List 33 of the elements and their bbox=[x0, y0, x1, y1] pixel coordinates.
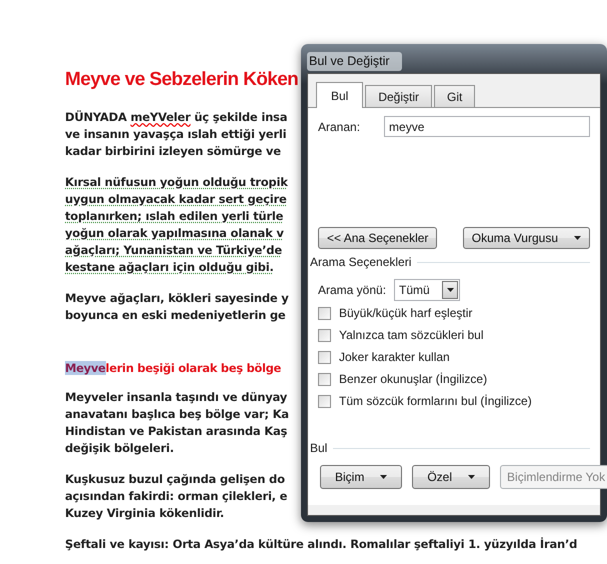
option-label: Büyük/küçük harf eşleştir bbox=[339, 305, 472, 322]
checkbox[interactable] bbox=[318, 372, 331, 386]
format-button[interactable]: Özel bbox=[412, 465, 490, 489]
group-title: Arama Seçenekleri bbox=[310, 254, 412, 271]
format-button[interactable]: Biçim bbox=[320, 465, 402, 489]
find-field[interactable]: meyve bbox=[384, 116, 590, 137]
checkbox[interactable] bbox=[318, 394, 331, 408]
document-heading: Meyve ve Sebzelerin Köken bbox=[65, 68, 298, 92]
checkbox[interactable] bbox=[318, 328, 331, 342]
document-paragraph: Kırsal nüfusun yoğun olduğu tropik uygun olmayacak kadar sert geçire toplanırken; ıslah edilen yerli türle yoğun olarak yapılmasına olanak v ağaçları; Yunanistan ve Türkiye’de kestane ağaçları için olduğu gibi. bbox=[65, 174, 288, 276]
direction-label: Arama yönü: bbox=[318, 282, 386, 299]
document-paragraph: Meyveler insanla taşındı ve dünyay anavatanı başlıca beş bölge var; Ka Hindistan ve Pakistan arasında Kaş değişik bölgeleri. bbox=[65, 388, 289, 457]
caret-icon bbox=[574, 236, 581, 240]
document-paragraph: Meyve ağaçları, kökleri sayesinde y boyunca en eski medeniyetlerin ge bbox=[65, 290, 289, 324]
tab[interactable]: Git bbox=[434, 85, 476, 107]
option-label: Yalnızca tam sözcükleri bul bbox=[339, 327, 484, 344]
option-label: Benzer okunuşlar (İngilizce) bbox=[339, 371, 488, 388]
document-paragraph: Kuşkusuz buzul çağında gelişen do açısından fakirdi: orman çilekleri, e Kuzey Virginia kökenlidir. bbox=[65, 470, 288, 522]
option-label: Joker karakter kullan bbox=[339, 349, 450, 366]
find-label: Aranan: bbox=[318, 118, 360, 136]
tab[interactable]: Bul bbox=[316, 82, 364, 108]
group-title: Bul bbox=[310, 440, 328, 457]
less-options-button[interactable]: << Ana Seçenekler bbox=[318, 227, 438, 249]
checkbox[interactable] bbox=[318, 306, 331, 320]
document-paragraph: Şeftali ve kayısı: Orta Asya’da kültüre alındı. Romalılar şeftaliyi 1. yüzyılda İran’d bbox=[65, 536, 578, 553]
tab[interactable]: Değiştir bbox=[365, 85, 432, 107]
reading-highlight-button[interactable]: Okuma Vurgusu bbox=[462, 227, 590, 249]
direction-dropdown[interactable]: Tümü bbox=[394, 279, 460, 301]
checkbox[interactable] bbox=[318, 350, 331, 364]
window-title: Bul ve Değiştir bbox=[307, 52, 402, 71]
option-label: Tüm sözcük formlarını bul (İngilizce) bbox=[339, 393, 532, 410]
document-subheading: Meyvelerin beşiği olarak beş bölge bbox=[65, 360, 282, 376]
document-paragraph: DÜNYADA meYVeler üç şekilde insa ve insanın yavaşça ıslah ettiği yerli kadar birbirini izleyen sömürge ve bbox=[65, 108, 288, 160]
